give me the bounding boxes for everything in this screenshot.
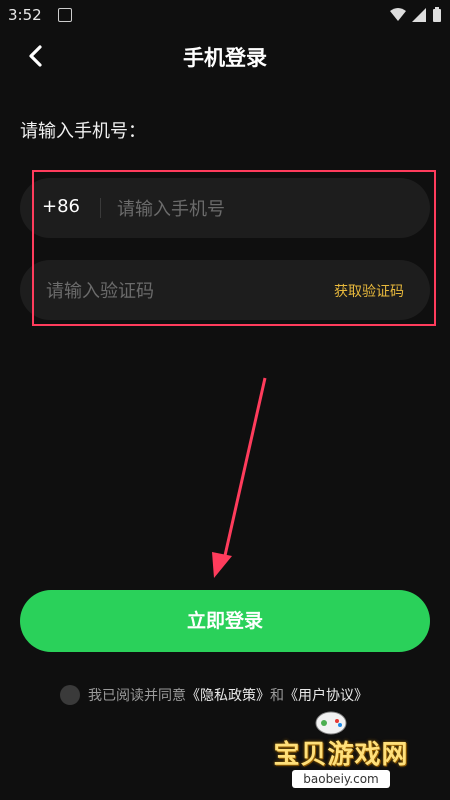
signal-icon	[412, 8, 426, 22]
user-agreement-link[interactable]: 《用户协议》	[284, 688, 368, 704]
watermark-url: baobeiy.com	[292, 770, 390, 788]
phone-prompt-label: 请输入手机号：	[20, 121, 146, 142]
nav-bar: 手机登录	[0, 30, 450, 82]
agree-checkbox[interactable]	[60, 685, 80, 705]
battery-icon	[433, 7, 441, 22]
agreement-and: 和	[270, 688, 284, 704]
status-bar: 3:52	[0, 0, 450, 30]
highlight-box	[32, 170, 436, 326]
privacy-policy-link[interactable]: 《隐私政策》	[186, 688, 270, 704]
status-icons	[390, 7, 442, 23]
watermark-title: 宝贝游戏网	[273, 740, 409, 770]
notification-icon	[58, 8, 72, 22]
agreement-text: 我已阅读并同意《隐私政策》和《用户协议》	[88, 685, 368, 705]
login-button[interactable]: 立即登录	[20, 590, 430, 652]
watermark: 宝贝游戏网 baobeiy.com	[266, 708, 416, 792]
status-time: 3:52	[8, 6, 42, 24]
page-title: 手机登录	[183, 46, 267, 70]
agreement-prefix: 我已阅读并同意	[88, 688, 186, 704]
gamepad-logo-icon	[315, 711, 347, 735]
agreement-row: 我已阅读并同意《隐私政策》和《用户协议》	[60, 685, 368, 705]
wifi-icon	[390, 8, 406, 21]
